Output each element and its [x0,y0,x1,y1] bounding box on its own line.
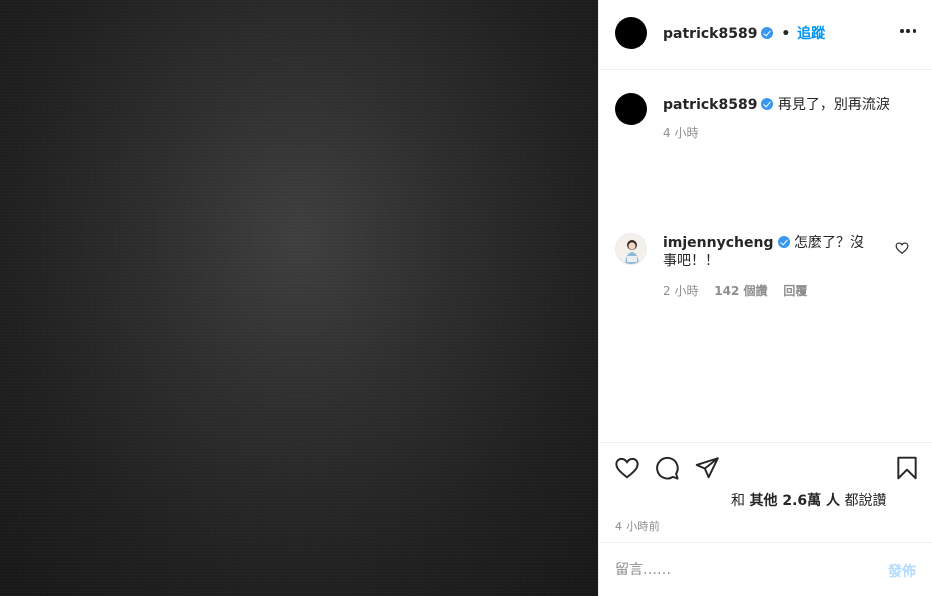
comment-bubble-icon[interactable] [654,455,680,481]
separator-dot: • [781,26,791,42]
likes-summary: 和 其他 2.6萬 人 都說讚 [731,490,886,510]
posted-time[interactable]: 4 小時前 [615,518,660,534]
likes-suffix: 都說讚 [844,493,887,509]
comment-body: imjennycheng 怎麼了？沒事吧！！ [663,234,873,270]
caption-time[interactable]: 4 小時 [663,124,698,141]
post-actions: 和 其他 2.6萬 人 都說讚 4 小時前 [599,442,932,542]
caption-avatar[interactable] [615,93,647,125]
likes-prefix: 和 [731,493,745,509]
commenter-avatar-image [616,234,646,264]
post-image[interactable] [0,0,598,596]
caption-username[interactable]: patrick8589 [663,97,757,113]
verified-badge-icon [761,27,774,39]
heart-icon[interactable] [614,455,640,481]
comment-like-heart-icon[interactable] [895,241,909,255]
follow-button[interactable]: 追蹤 [797,26,825,42]
author-avatar[interactable] [615,17,647,49]
more-horizontal-icon[interactable] [900,28,916,34]
post-comment-button[interactable]: 發佈 [888,561,916,581]
comment-input[interactable] [615,560,855,580]
add-comment-section: 發佈 [599,542,932,596]
commenter-username[interactable]: imjennycheng [663,235,774,251]
author-username[interactable]: patrick8589 [663,26,757,42]
likes-others[interactable]: 其他 2.6萬 人 [749,493,840,509]
bookmark-icon[interactable] [894,455,920,481]
caption-text: 再見了，別再流淚 [777,97,890,113]
post-header: patrick8589 • 追蹤 [599,0,932,70]
paper-plane-icon[interactable] [694,455,720,481]
post-detail-panel: patrick8589 • 追蹤 patrick8589 再見了，別再流淚 4 … [598,0,932,596]
author-line: patrick8589 • 追蹤 [663,23,825,43]
verified-badge-icon [777,236,790,248]
post-viewer: patrick8589 • 追蹤 patrick8589 再見了，別再流淚 4 … [0,0,932,596]
comment-meta: 2 小時 142 個讚 回覆 [663,282,819,299]
commenter-avatar[interactable] [615,233,647,265]
verified-badge-icon [761,98,774,110]
reply-button[interactable]: 回覆 [783,284,807,298]
comment-time[interactable]: 2 小時 [663,284,698,298]
comment-likes[interactable]: 142 個讚 [714,284,767,298]
caption-line: patrick8589 再見了，別再流淚 [663,94,890,114]
